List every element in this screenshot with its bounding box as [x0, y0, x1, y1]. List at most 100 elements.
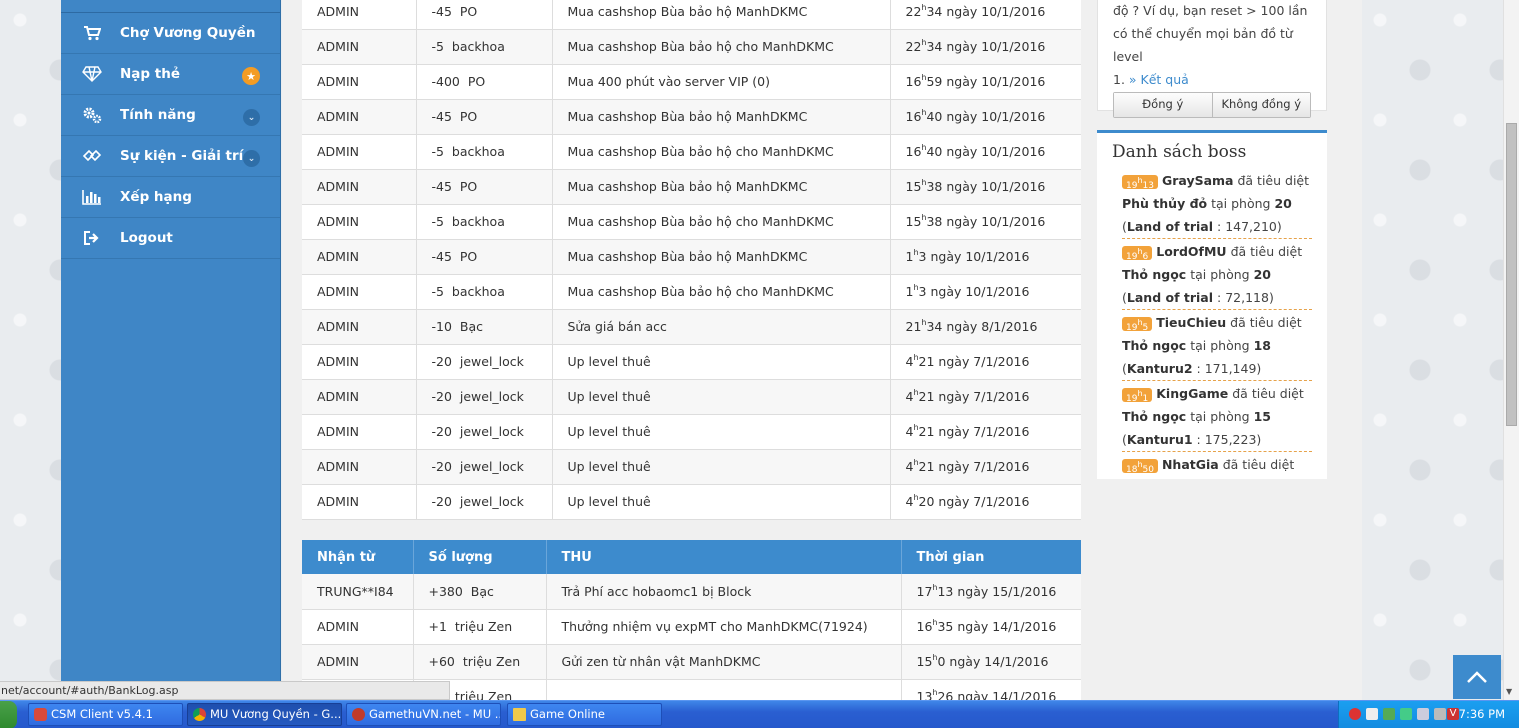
amount-unit: jewel_lock: [459, 354, 524, 369]
tray-v-icon[interactable]: V: [1447, 708, 1459, 720]
time-minute: 35: [937, 619, 954, 635]
page-scrollbar[interactable]: ▼: [1503, 0, 1519, 700]
start-button[interactable]: [0, 701, 17, 728]
time-tag: 18h50: [1122, 458, 1158, 475]
col-header-from[interactable]: Nhận từ: [302, 540, 414, 574]
cell-amount: -20 jewel_lock: [416, 414, 553, 450]
agree-button[interactable]: Đồng ý: [1114, 93, 1212, 117]
cell-note: Mua cashshop Bùa bảo hộ ManhDKMC: [552, 0, 891, 30]
cell-time: 4h21 ngày 7/1/2016: [890, 344, 1081, 380]
status-bar-url: net/account/#auth/BankLog.asp: [0, 681, 450, 700]
amount-unit: backhoa: [451, 214, 505, 229]
star-badge-icon: ★: [242, 67, 260, 85]
cell-amount: -45 PO: [416, 239, 553, 275]
back-to-top-button[interactable]: [1453, 655, 1501, 699]
room-text: tại phòng: [1190, 409, 1250, 424]
boss-list-item: 19h6 LordOfMU đã tiêu diệt Thỏ ngọc tại …: [1122, 239, 1312, 310]
player-name[interactable]: LordOfMU: [1156, 244, 1226, 259]
time-minute: 21: [918, 424, 935, 440]
table-row: ADMIN -45 PO Mua cashshop Bùa bảo hộ ManhD…: [302, 169, 1081, 205]
cart-icon: [81, 25, 103, 41]
cell-from: ADMIN: [302, 449, 417, 485]
col-header-amount[interactable]: Số lượng: [413, 540, 547, 574]
sidebar-item-market[interactable]: Chợ Vương Quyền: [61, 13, 280, 54]
chevron-down-icon[interactable]: ⌄: [243, 150, 260, 167]
cell-time: 4h21 ngày 7/1/2016: [890, 449, 1081, 485]
cell-note: Mua cashshop Bùa bảo hộ cho ManhDKMC: [552, 29, 891, 65]
cell-amount: -5 backhoa: [416, 274, 553, 310]
time-tag-minute: 6: [1142, 251, 1149, 262]
amount-value: -45: [431, 3, 452, 19]
amount-value: -20: [431, 459, 452, 474]
time-tag-minute: 1: [1142, 393, 1149, 404]
player-name[interactable]: GraySama: [1162, 173, 1234, 188]
map-name: Kanturu1: [1126, 432, 1193, 447]
main-content: ADMIN -45 PO Mua cashshop Bùa bảo hộ ManhD…: [282, 0, 1362, 715]
time-tag: 19h6: [1122, 245, 1153, 262]
time-date: ngày 14/1/2016: [957, 619, 1057, 635]
sidebar-item-features[interactable]: Tính năng ⌄: [61, 95, 280, 136]
amount-value: -45: [431, 179, 452, 194]
boss-list-panel: Danh sách boss 19h13 GraySama đã tiêu di…: [1097, 130, 1327, 479]
taskbar-task-gamethuvn[interactable]: GamethuVN.net - MU ...: [346, 703, 501, 726]
col-header-time[interactable]: Thời gian: [901, 540, 1081, 574]
hour-marker: h: [932, 652, 938, 662]
time-hour: 22: [905, 39, 922, 55]
kill-count: 171,149: [1204, 361, 1257, 376]
sidebar-item-label: Sự kiện - Giải trí: [120, 148, 244, 164]
hour-marker: h: [1137, 175, 1143, 185]
sidebar-item-label: Xếp hạng: [120, 189, 192, 205]
player-name[interactable]: NhatGia: [1162, 457, 1219, 472]
chevron-down-icon[interactable]: ⌄: [243, 109, 260, 126]
time-minute: 21: [918, 354, 935, 370]
tray-shield-icon[interactable]: [1383, 708, 1395, 720]
tray-volume-icon[interactable]: [1434, 708, 1446, 720]
cell-amount: -45 PO: [416, 169, 553, 205]
sidebar-item-events[interactable]: Sự kiện - Giải trí ⌄: [61, 136, 280, 177]
amount-value: +60: [428, 654, 455, 669]
sidebar-item-topup[interactable]: Nạp thẻ ★: [61, 54, 280, 95]
amount-value: -5: [431, 214, 444, 229]
room-text: tại phòng: [1190, 338, 1250, 353]
sidebar-item-logout[interactable]: Logout: [61, 218, 280, 259]
hour-marker: h: [913, 457, 919, 467]
cell-from: TRUNG**I84: [302, 574, 414, 610]
time-minute: 3: [918, 249, 927, 265]
cell-note: Mua cashshop Bùa bảo hộ cho ManhDKMC: [552, 134, 891, 170]
sent-log-table: ADMIN -45 PO Mua cashshop Bùa bảo hộ ManhD…: [302, 0, 1081, 520]
hour-marker: h: [1137, 246, 1143, 256]
cell-from: ADMIN: [302, 0, 417, 30]
tray-display-icon[interactable]: [1417, 708, 1429, 720]
sidebar-item-ranking[interactable]: Xếp hạng: [61, 177, 280, 218]
time-hour: 22: [905, 3, 922, 19]
tray-network-icon[interactable]: [1366, 708, 1378, 720]
tray-sync-icon[interactable]: [1400, 708, 1412, 720]
scroll-down-arrow-icon[interactable]: ▼: [1506, 687, 1512, 696]
time-minute: 0: [937, 654, 946, 670]
kill-count: 175,223: [1204, 432, 1257, 447]
col-header-note[interactable]: THU: [546, 540, 902, 574]
poll-buttons: Đồng ý Không đồng ý: [1113, 92, 1311, 118]
taskbar-clock[interactable]: 7:36 PM: [1459, 707, 1505, 721]
cell-time: 4h21 ngày 7/1/2016: [890, 414, 1081, 450]
disagree-button[interactable]: Không đồng ý: [1211, 93, 1310, 117]
taskbar-task-folder[interactable]: Game Online: [507, 703, 662, 726]
amount-unit: PO: [459, 249, 478, 264]
tray-app-icon[interactable]: [1349, 708, 1361, 720]
poll-box: độ ? Ví dụ, bạn reset > 100 lần có thể c…: [1097, 0, 1327, 118]
player-name[interactable]: KingGame: [1156, 386, 1228, 401]
amount-value: -20: [431, 494, 452, 509]
taskbar-task-browser[interactable]: MU Vương Quyền - G...: [187, 703, 342, 726]
poll-result-link[interactable]: » Kết quả: [1129, 72, 1189, 87]
table-row: ADMIN -5 backhoa Mua cashshop Bùa bảo hộ c…: [302, 274, 1081, 310]
table-row: ADMIN -20 jewel_lock Up level thuê 4h21 ngà…: [302, 414, 1081, 450]
table-row: ADMIN +60 triệu Zen Gửi zen từ nhân vật Ma…: [302, 644, 1081, 680]
hour-marker: h: [921, 107, 927, 117]
scrollbar-thumb[interactable]: [1506, 123, 1517, 426]
boss-name: Thỏ ngọc: [1122, 409, 1187, 424]
player-name[interactable]: TieuChieu: [1156, 315, 1226, 330]
cell-amount: -20 jewel_lock: [416, 449, 553, 485]
time-minute: 21: [918, 459, 935, 475]
taskbar-task-csm[interactable]: CSM Client v5.4.1: [28, 703, 183, 726]
hour-marker: h: [932, 617, 938, 627]
